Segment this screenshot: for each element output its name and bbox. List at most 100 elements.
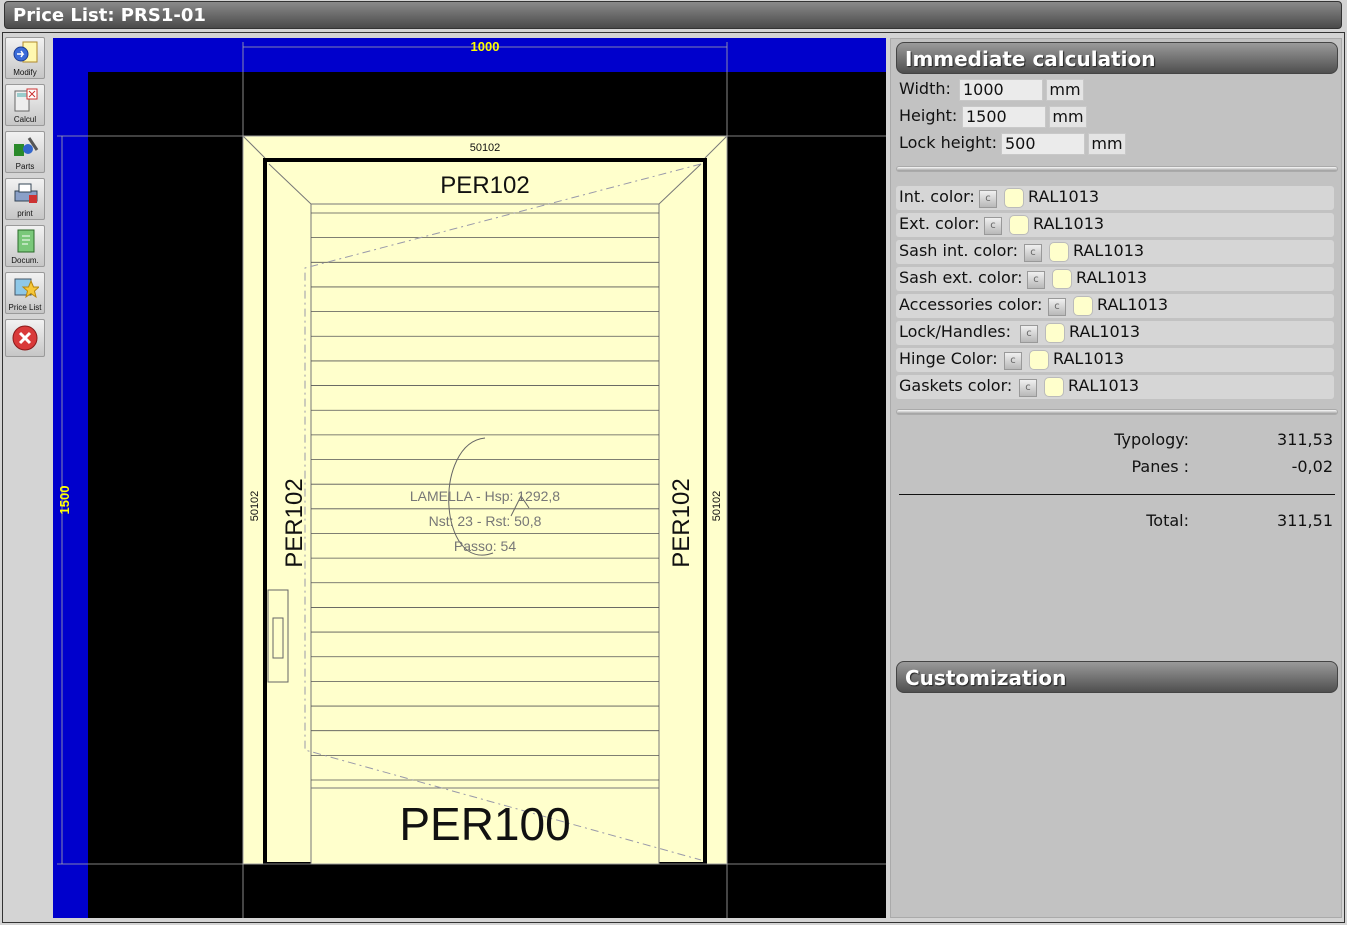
color-value: RAL1013	[1053, 349, 1125, 368]
color-picker-button[interactable]: c	[1024, 244, 1042, 262]
color-picker-button[interactable]: c	[979, 190, 997, 208]
calcul-label: Calcul	[13, 115, 37, 124]
color-row: Ext. color: c RAL1013	[896, 213, 1334, 237]
printer-icon	[14, 183, 38, 203]
totals-divider	[899, 494, 1335, 495]
color-value: RAL1013	[1073, 241, 1145, 260]
color-label: Ext. color:	[899, 214, 980, 233]
profile-left: 50102	[249, 491, 261, 522]
docum-button[interactable]: Docum.	[5, 225, 45, 267]
profile-right: 50102	[711, 491, 723, 522]
infill-line3: Passo: 54	[454, 538, 516, 554]
window-title-bar: Price List: PRS1-01	[4, 1, 1342, 29]
color-label: Hinge Color:	[899, 349, 998, 368]
modify-label: Modify	[13, 68, 37, 77]
sash-left: PER102	[281, 478, 308, 567]
total-value: 311,51	[1277, 511, 1333, 530]
lock-height-unit: mm	[1088, 133, 1126, 155]
width-unit: mm	[1046, 79, 1084, 101]
docum-label: Docum.	[11, 256, 39, 265]
blue-band-top	[53, 38, 886, 72]
color-picker-button[interactable]: c	[1027, 271, 1045, 289]
document-icon	[17, 229, 35, 253]
price-list-button[interactable]: Price List	[5, 272, 45, 314]
typology-label: Typology:	[1114, 430, 1189, 449]
height-unit: mm	[1049, 106, 1087, 128]
color-label: Gaskets color:	[899, 376, 1013, 395]
color-swatch[interactable]	[1004, 188, 1024, 208]
color-swatch[interactable]	[1049, 242, 1069, 262]
color-picker-button[interactable]: c	[1004, 352, 1022, 370]
color-row: Hinge Color: c RAL1013	[896, 348, 1334, 372]
width-input[interactable]: 1000	[959, 79, 1043, 101]
typology-value: 311,53	[1277, 430, 1333, 449]
color-row: Sash ext. color: c RAL1013	[896, 267, 1334, 291]
print-label: print	[17, 209, 33, 218]
color-value: RAL1013	[1069, 322, 1141, 341]
color-swatch[interactable]	[1045, 323, 1065, 343]
color-value: RAL1013	[1097, 295, 1169, 314]
separator-2	[896, 409, 1338, 415]
close-button[interactable]	[5, 319, 45, 357]
parts-label: Parts	[15, 162, 35, 171]
calculator-icon	[14, 88, 38, 112]
color-row: Int. color: c RAL1013	[896, 186, 1334, 210]
dim-width: 1000	[471, 39, 500, 54]
color-label: Int. color:	[899, 187, 975, 206]
price-list-icon	[14, 278, 39, 299]
color-value: RAL1013	[1033, 214, 1105, 233]
lock-height-label: Lock height:	[899, 133, 997, 152]
height-label: Height:	[899, 106, 958, 125]
color-label: Lock/Handles:	[899, 322, 1012, 341]
door-drawing: 1000 1500 50102 50102 50102 PER102 PER10…	[53, 38, 886, 918]
color-row: Gaskets color: c RAL1013	[896, 375, 1334, 399]
modify-button[interactable]: Modify	[5, 37, 45, 79]
color-label: Accessories color:	[899, 295, 1043, 314]
side-panel: Immediate calculation Width: 1000 mm Hei…	[890, 38, 1342, 918]
color-label: Sash int. color:	[899, 241, 1019, 260]
color-picker-button[interactable]: c	[1019, 379, 1037, 397]
color-row: Sash int. color: c RAL1013	[896, 240, 1334, 264]
color-picker-button[interactable]: c	[984, 217, 1002, 235]
color-picker-button[interactable]: c	[1020, 325, 1038, 343]
window-title: Price List: PRS1-01	[13, 5, 206, 26]
color-swatch[interactable]	[1073, 296, 1093, 316]
price-list-label: Price List	[8, 303, 42, 312]
color-row: Accessories color: c RAL1013	[896, 294, 1334, 318]
calcul-button[interactable]: Calcul	[5, 84, 45, 126]
sash-right: PER102	[668, 478, 695, 567]
color-label: Sash ext. color:	[899, 268, 1023, 287]
color-picker-button[interactable]: c	[1048, 298, 1066, 316]
dim-height: 1500	[57, 486, 72, 515]
color-swatch[interactable]	[1029, 350, 1049, 370]
color-swatch[interactable]	[1009, 215, 1029, 235]
immediate-calc-header: Immediate calculation	[896, 42, 1338, 74]
parts-icon	[14, 137, 39, 156]
color-swatch[interactable]	[1044, 377, 1064, 397]
infill-panel	[310, 203, 660, 865]
profile-top: 50102	[470, 142, 501, 154]
panes-value: -0,02	[1291, 457, 1333, 476]
blue-band-left	[53, 38, 88, 918]
sash-bottom: PER100	[399, 798, 570, 850]
lock-height-input[interactable]: 500	[1001, 133, 1085, 155]
height-input[interactable]: 1500	[962, 106, 1046, 128]
separator-1	[896, 166, 1338, 172]
print-button[interactable]: print	[5, 178, 45, 220]
color-swatch[interactable]	[1052, 269, 1072, 289]
total-label: Total:	[1146, 511, 1189, 530]
drawing-canvas[interactable]: 1000 1500 50102 50102 50102 PER102 PER10…	[53, 38, 886, 918]
infill-line2: Nst: 23 - Rst: 50,8	[429, 513, 542, 529]
close-icon	[12, 325, 38, 351]
panes-label: Panes :	[1131, 457, 1189, 476]
customization-title: Customization	[905, 666, 1067, 690]
immediate-calc-title: Immediate calculation	[905, 47, 1156, 71]
sash-top: PER102	[440, 172, 529, 199]
customization-header: Customization	[896, 661, 1338, 693]
color-value: RAL1013	[1028, 187, 1100, 206]
modify-icon	[13, 41, 38, 63]
width-label: Width:	[899, 79, 951, 98]
infill-line1: LAMELLA - Hsp: 1292,8	[410, 488, 560, 504]
color-value: RAL1013	[1076, 268, 1148, 287]
parts-button[interactable]: Parts	[5, 131, 45, 173]
